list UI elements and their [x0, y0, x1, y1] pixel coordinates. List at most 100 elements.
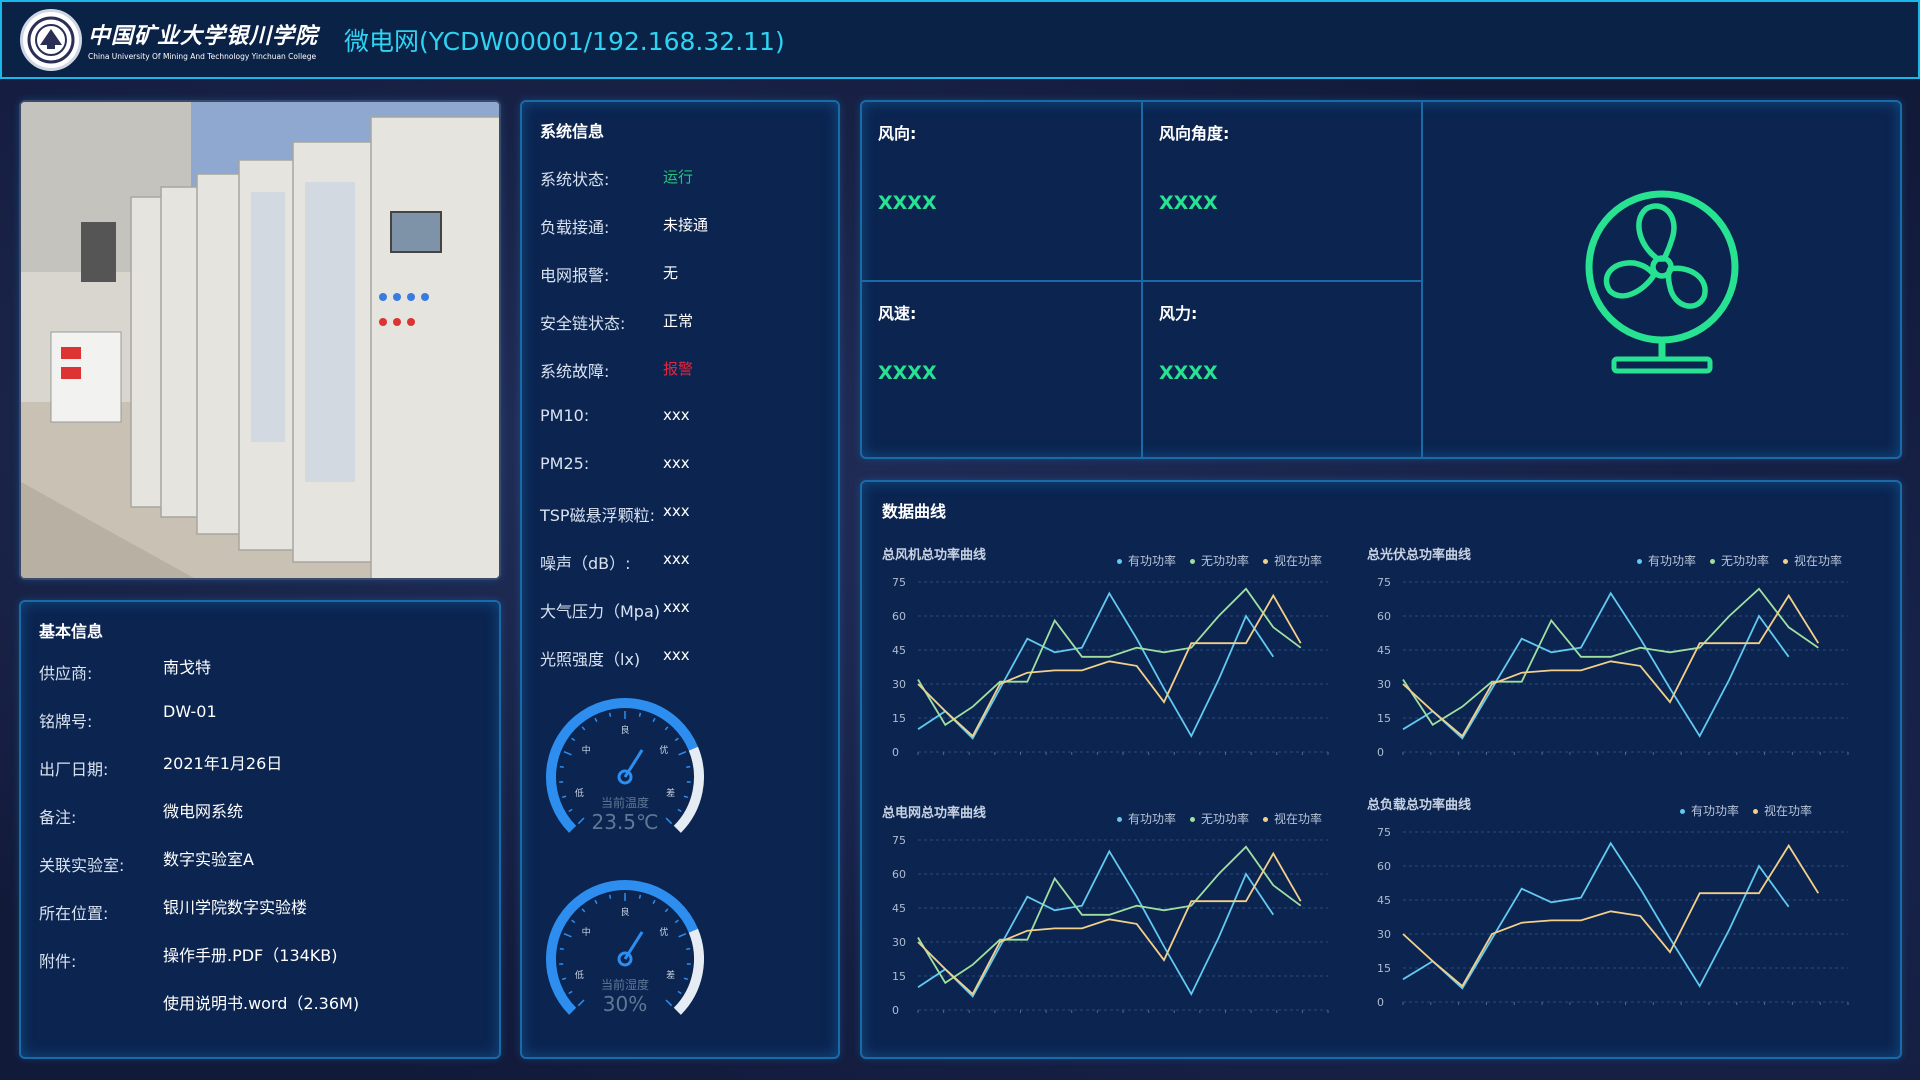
legend-item[interactable]: 有功功率: [1636, 552, 1696, 569]
chart-legend: 有功功率 无功功率 视在功率: [1116, 552, 1322, 569]
system-info-value: 正常: [663, 312, 694, 330]
system-info-value: xxx: [663, 550, 690, 568]
legend-label: 有功功率: [1690, 804, 1739, 818]
y-tick-label: 75: [1377, 826, 1391, 839]
system-info-value: xxx: [663, 598, 690, 616]
legend-label: 有功功率: [1127, 554, 1176, 568]
chart-legend: 有功功率 无功功率 视在功率: [1116, 810, 1322, 827]
chart-plot: 0 15 30 45 60 75: [1377, 826, 1849, 1009]
legend-item[interactable]: 有功功率: [1679, 802, 1739, 819]
gauge-caption: 当前温度: [600, 796, 649, 810]
legend-item[interactable]: 无功功率: [1709, 552, 1769, 569]
wind-angle-label: 风向角度:: [1159, 124, 1230, 143]
wind-angle-value: XXXX: [1159, 192, 1218, 214]
system-info-row: 光照强度（lx) xxx: [540, 646, 830, 669]
wind-direction-value: XXXX: [878, 192, 937, 214]
basic-info-row: 使用说明书.word（2.36M): [39, 990, 479, 1014]
y-tick-label: 0: [892, 1004, 899, 1017]
basic-info-row: 铭牌号: DW-01: [39, 702, 479, 731]
system-info-row: 大气压力（Mpa) xxx: [540, 598, 830, 621]
basic-info-row: 备注: 微电网系统: [39, 798, 479, 827]
system-info-value: 报警: [663, 360, 694, 378]
system-info-value: xxx: [663, 502, 690, 520]
system-info-row: 噪声（dB）: xxx: [540, 550, 830, 573]
power-chart: 总电网总功率曲线 有功功率 无功功率 视在功率 0 15 30 45 60 75: [882, 802, 1332, 1017]
legend-dot-icon: [1709, 559, 1715, 564]
system-info-row: PM25: xxx: [540, 454, 830, 476]
page-title: 微电网(YCDW00001/192.168.32.11): [344, 26, 785, 56]
basic-info-label: 所在位置:: [39, 904, 109, 923]
wind-direction-cell: 风向: XXXX: [862, 102, 1143, 282]
chart-title: 总电网总功率曲线: [882, 806, 987, 821]
legend-label: 无功功率: [1200, 812, 1249, 826]
basic-info-title: 基本信息: [39, 622, 104, 641]
legend-dot-icon: [1752, 809, 1758, 814]
y-tick-label: 60: [1377, 610, 1391, 623]
header-bar: 中国矿业大学银川学院 China University Of Mining An…: [0, 0, 1920, 79]
gauge-caption: 当前湿度: [600, 978, 649, 992]
basic-info-row: 供应商: 南戈特: [39, 654, 479, 683]
y-tick-label: 45: [892, 644, 906, 657]
series-line: [1402, 593, 1820, 738]
wind-speed-label: 风速:: [878, 304, 917, 323]
basic-info-row: 附件: 操作手册.PDF（134KB): [39, 942, 479, 971]
basic-info-value: 银川学院数字实验楼: [163, 898, 308, 917]
legend-item[interactable]: 有功功率: [1116, 810, 1176, 827]
system-info-label: PM25:: [540, 454, 590, 473]
legend-item[interactable]: 有功功率: [1116, 552, 1176, 569]
system-info-label: 安全链状态:: [540, 314, 626, 333]
legend-label: 视在功率: [1273, 554, 1322, 568]
system-info-row: PM10: xxx: [540, 406, 830, 428]
wind-direction-label: 风向:: [878, 124, 917, 143]
chart-plot: 0 15 30 45 60 75: [892, 576, 1329, 759]
system-info-label: 光照强度（lx): [540, 650, 641, 669]
school-name-cn: 中国矿业大学银川学院: [88, 23, 319, 49]
y-tick-label: 30: [892, 936, 906, 949]
legend-dot-icon: [1189, 817, 1195, 822]
basic-info-row: 出厂日期: 2021年1月26日: [39, 750, 479, 779]
school-emblem-icon: [20, 8, 82, 71]
basic-info-label: 出厂日期:: [39, 760, 109, 779]
system-info-label: PM10:: [540, 406, 590, 425]
legend-item[interactable]: 无功功率: [1189, 810, 1249, 827]
basic-info-label: 关联实验室:: [39, 856, 125, 875]
basic-info-value[interactable]: 使用说明书.word（2.36M): [163, 990, 359, 1014]
legend-item[interactable]: 视在功率: [1782, 552, 1842, 569]
power-chart: 总光伏总功率曲线 有功功率 无功功率 视在功率 0 15 30 45 60 75: [1367, 544, 1852, 759]
y-tick-label: 0: [1377, 996, 1384, 1009]
power-chart: 总负载总功率曲线 有功功率 视在功率 0 15 30 45 60 75: [1367, 794, 1852, 1009]
wind-panel: 风向: XXXX 风向角度: XXXX 风速: XXXX 风力: XXXX: [860, 100, 1902, 459]
system-info-label: 负载接通:: [540, 218, 610, 237]
system-info-row: TSP磁悬浮颗粒: xxx: [540, 502, 830, 525]
wind-power-value: XXXX: [1159, 362, 1218, 384]
system-info-label: 电网报警:: [540, 266, 610, 285]
legend-item[interactable]: 视在功率: [1262, 552, 1322, 569]
legend-item[interactable]: 视在功率: [1262, 810, 1322, 827]
y-tick-label: 0: [892, 746, 899, 759]
system-info-value: xxx: [663, 406, 690, 424]
series-line: [1402, 587, 1819, 727]
gauge-mark: 优: [659, 926, 668, 938]
legend-label: 视在功率: [1793, 554, 1842, 568]
chart-title: 总光伏总功率曲线: [1367, 548, 1472, 563]
legend-item[interactable]: 无功功率: [1189, 552, 1249, 569]
equipment-photo: [19, 100, 501, 580]
school-name-en: China University Of Mining And Technolog…: [88, 52, 317, 61]
gauge-value: 30%: [602, 992, 648, 1016]
series-line: [917, 593, 1302, 738]
legend-dot-icon: [1116, 559, 1122, 564]
legend-label: 视在功率: [1273, 812, 1322, 826]
basic-info-value: 南戈特: [163, 658, 212, 677]
data-curves-title: 数据曲线: [882, 502, 947, 521]
y-tick-label: 60: [1377, 860, 1391, 873]
gauge-mark: 中: [582, 744, 591, 756]
power-chart: 总风机总功率曲线 有功功率 无功功率 视在功率 0 15 30 45 60 75: [882, 544, 1332, 759]
legend-dot-icon: [1116, 817, 1122, 822]
legend-label: 有功功率: [1647, 554, 1696, 568]
y-tick-label: 15: [1377, 962, 1391, 975]
legend-label: 无功功率: [1720, 554, 1769, 568]
wind-angle-cell: 风向角度: XXXX: [1143, 102, 1423, 282]
system-info-row: 负载接通: 未接通: [540, 214, 830, 237]
legend-item[interactable]: 视在功率: [1752, 802, 1812, 819]
basic-info-value[interactable]: 操作手册.PDF（134KB): [163, 942, 338, 966]
